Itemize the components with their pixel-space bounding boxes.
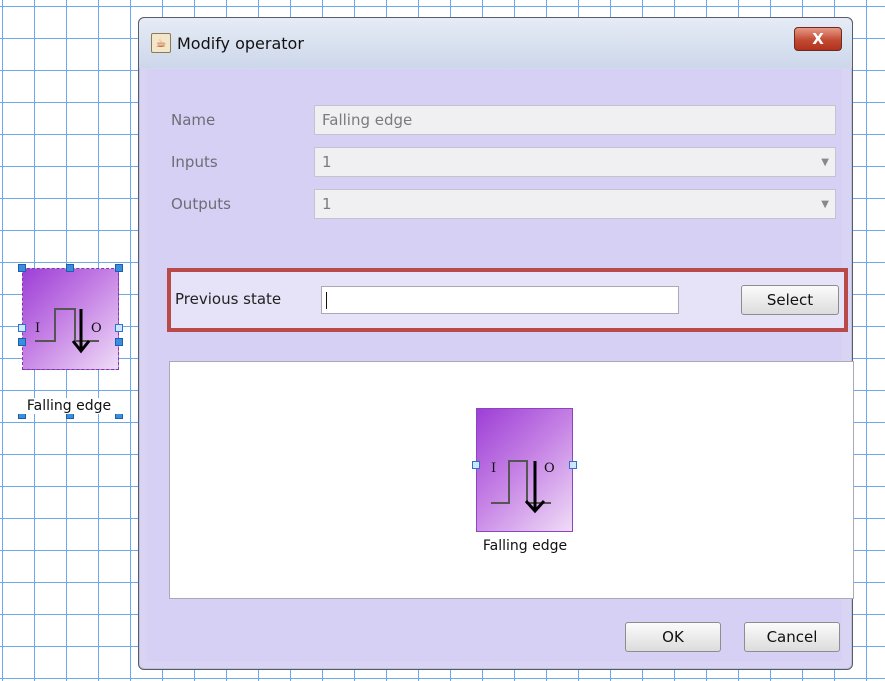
dialog-titlebar[interactable]: ☕ Modify operator X (139, 18, 852, 68)
dialog-content: Name Falling edge Inputs 1 ▼ Outputs 1 ▼… (147, 69, 854, 661)
name-value: Falling edge (322, 111, 413, 129)
outputs-combo[interactable]: 1 ▼ (314, 189, 836, 219)
operator-preview: I O Falling edge (169, 361, 854, 599)
inputs-combo[interactable]: 1 ▼ (314, 147, 836, 177)
inputs-value: 1 (322, 153, 332, 171)
preview-caption: Falling edge (482, 538, 568, 554)
operator-caption: Falling edge (14, 398, 124, 414)
canvas-operator-falling-edge[interactable]: I O Falling edge (14, 264, 124, 419)
outputs-value: 1 (322, 195, 332, 213)
input-port[interactable] (18, 324, 26, 332)
previous-state-input[interactable] (321, 286, 679, 314)
name-label: Name (171, 111, 216, 129)
name-field[interactable]: Falling edge (314, 105, 836, 135)
operator-block[interactable]: I O (22, 268, 119, 370)
selection-handle[interactable] (66, 264, 74, 272)
falling-edge-icon (35, 308, 99, 354)
output-port-letter: O (544, 461, 555, 476)
output-port-letter: O (91, 321, 102, 336)
close-icon: X (812, 30, 824, 48)
dialog-title: Modify operator (177, 34, 304, 53)
java-cup-icon: ☕ (151, 33, 171, 53)
input-port-letter: I (491, 461, 497, 476)
select-button[interactable]: Select (741, 285, 839, 315)
input-port (472, 461, 480, 469)
selection-handle[interactable] (115, 338, 123, 346)
close-button[interactable]: X (794, 27, 842, 51)
selection-handle[interactable] (115, 264, 123, 272)
previous-state-panel: Previous state Select (167, 268, 848, 332)
outputs-label: Outputs (171, 195, 231, 213)
preview-operator-block: I O (476, 408, 573, 532)
input-port-letter: I (35, 321, 41, 336)
text-caret (326, 292, 327, 309)
chevron-down-icon[interactable]: ▼ (821, 157, 829, 168)
output-port (569, 461, 577, 469)
selection-handle[interactable] (18, 338, 26, 346)
preview-operator: I O Falling edge (472, 408, 577, 558)
ok-button[interactable]: OK (625, 622, 721, 652)
output-port[interactable] (115, 324, 123, 332)
cancel-button[interactable]: Cancel (744, 622, 840, 652)
selection-handle[interactable] (18, 264, 26, 272)
modify-operator-dialog: ☕ Modify operator X Name Falling edge In… (138, 17, 854, 670)
inputs-label: Inputs (171, 153, 218, 171)
chevron-down-icon[interactable]: ▼ (821, 199, 829, 210)
previous-state-label: Previous state (175, 290, 282, 308)
